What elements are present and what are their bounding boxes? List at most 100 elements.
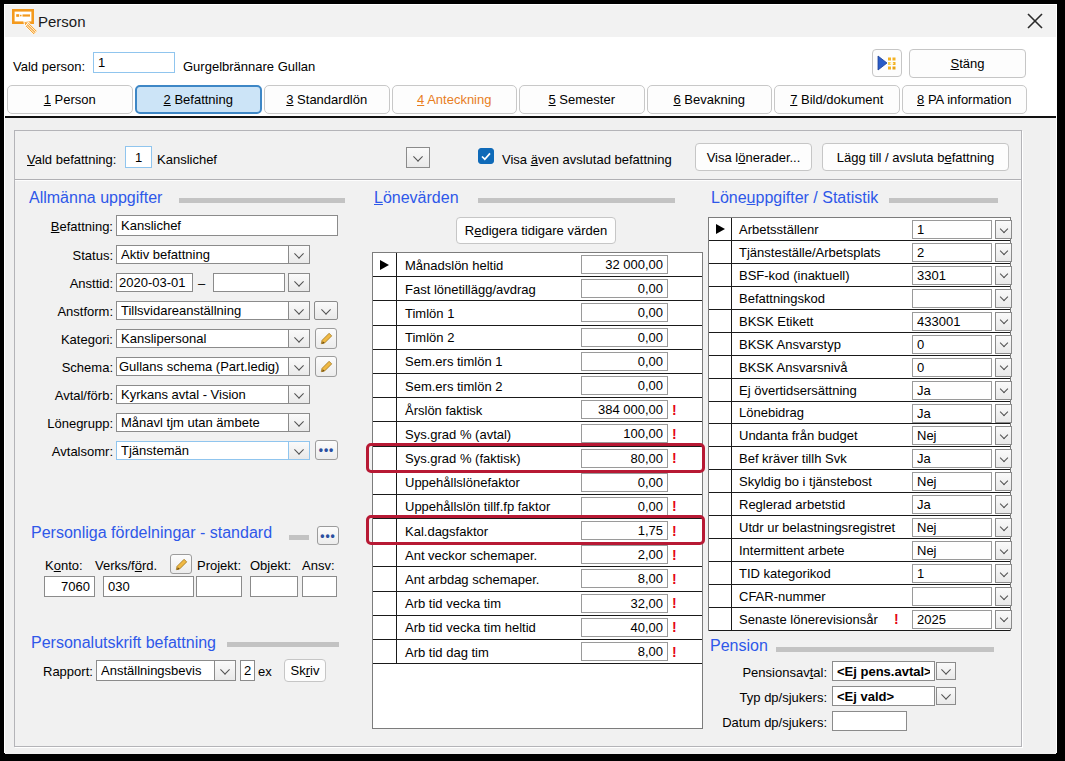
statistics-dropdown-button[interactable] (995, 289, 1012, 308)
close-window-button[interactable]: Stäng (909, 49, 1026, 78)
salary-value-input[interactable] (581, 328, 668, 347)
statistics-dropdown-button[interactable] (995, 449, 1012, 468)
print-button[interactable]: Skriv (284, 659, 326, 682)
schema-edit-button[interactable] (315, 356, 337, 377)
schema-input[interactable] (116, 357, 289, 376)
statistics-row[interactable]: Utdr ur belastningsregistret (709, 516, 1010, 539)
statistics-value-input[interactable] (912, 495, 992, 514)
statistics-dropdown-button[interactable] (995, 266, 1012, 285)
statistics-value-input[interactable] (912, 541, 992, 560)
statistics-row[interactable]: Reglerad arbetstid (709, 493, 1010, 516)
statistics-value-input[interactable] (912, 289, 992, 308)
anstform-input[interactable] (116, 301, 289, 320)
befattning-input[interactable] (116, 215, 338, 236)
salary-row[interactable]: Sem.ers timlön 1 (373, 350, 702, 374)
salary-row[interactable]: Uppehållslönefaktor (373, 471, 702, 495)
statistics-value-input[interactable] (912, 358, 992, 377)
statistics-row[interactable]: BKSK Etikett (709, 310, 1010, 333)
statistics-dropdown-button[interactable] (995, 358, 1012, 377)
tab-6-bevakning[interactable]: 6 Bevakning (647, 85, 773, 114)
salary-value-input[interactable] (581, 424, 668, 443)
statistics-value-input[interactable] (912, 220, 992, 239)
salary-row[interactable]: Kal.dagsfaktor ! (373, 519, 702, 543)
avtalsomr-dropdown-button[interactable] (288, 441, 310, 460)
statistics-row[interactable]: Tjänsteställe/Arbetsplats (709, 241, 1010, 264)
ansttid-dropdown-button[interactable] (288, 273, 310, 292)
salary-row[interactable]: Ant veckor schemaper. ! (373, 543, 702, 567)
salary-value-input[interactable] (581, 303, 668, 322)
distributions-more-button[interactable]: ••• (317, 526, 339, 545)
kategori-dropdown-button[interactable] (288, 329, 310, 348)
konto-input[interactable] (44, 576, 95, 597)
avtalsomr-more-button[interactable]: ••• (315, 440, 338, 460)
statistics-row[interactable]: TID kategorikod (709, 562, 1010, 585)
salary-value-input[interactable] (581, 618, 668, 637)
salary-row[interactable]: Månadslön heltid (373, 253, 702, 277)
statistics-value-input[interactable] (912, 266, 992, 285)
statistics-row[interactable]: Senaste lönerevisionsår ! (709, 608, 1010, 631)
statistics-dropdown-button[interactable] (995, 243, 1012, 262)
kategori-edit-button[interactable] (315, 328, 337, 349)
avtal-forb-input[interactable] (116, 385, 289, 404)
pensionsavtal-input[interactable] (832, 661, 935, 681)
salary-value-input[interactable] (581, 642, 668, 661)
salary-row[interactable]: Sem.ers timlön 2 (373, 374, 702, 398)
statistics-value-input[interactable] (912, 312, 992, 331)
statistics-dropdown-button[interactable] (995, 426, 1012, 445)
tab-8-pa-information[interactable]: 8 PA information (902, 85, 1028, 114)
statistics-value-input[interactable] (912, 564, 992, 583)
lonegrupp-dropdown-button[interactable] (288, 413, 310, 432)
statistics-value-input[interactable] (912, 518, 992, 537)
salary-row[interactable]: Ant arbdag schemaper. ! (373, 567, 702, 591)
statistics-value-input[interactable] (912, 587, 992, 606)
selected-position-dropdown-button[interactable] (406, 147, 430, 168)
statistics-dropdown-button[interactable] (995, 587, 1012, 606)
statistics-row[interactable]: Skyldig bo i tjänstebost (709, 470, 1010, 493)
show-salary-rows-button[interactable]: Visa lönerader... (695, 143, 812, 171)
typ-dp-sjukers-input[interactable] (832, 686, 935, 706)
salary-row[interactable]: Sys.grad % (faktisk) ! (373, 447, 702, 471)
status-input[interactable] (116, 245, 289, 264)
statistics-value-input[interactable] (912, 472, 992, 491)
tab-2-befattning[interactable]: 2 Befattning (135, 85, 263, 114)
tab-1-person[interactable]: 1 Person (7, 85, 133, 114)
pensionsavtal-dropdown-button[interactable] (936, 662, 956, 680)
salary-row[interactable]: Timlön 1 (373, 301, 702, 325)
statistics-row[interactable]: Bef kräver tillh Svk (709, 447, 1010, 470)
statistics-dropdown-button[interactable] (995, 472, 1012, 491)
tab-5-semester[interactable]: 5 Semester (519, 85, 645, 114)
show-ended-checkbox[interactable] (478, 148, 494, 164)
salary-value-input[interactable] (581, 521, 668, 540)
statistics-row[interactable]: Undanta från budget (709, 424, 1010, 447)
statistics-dropdown-button[interactable] (995, 518, 1012, 537)
datum-dp-sjukers-input[interactable] (832, 711, 907, 731)
statistics-value-input[interactable] (912, 426, 992, 445)
ansttid-to-input[interactable] (213, 273, 285, 292)
rapport-dropdown-button[interactable] (214, 660, 236, 681)
lonegrupp-input[interactable] (116, 413, 289, 432)
salary-row[interactable]: Fast lönetillägg/avdrag (373, 277, 702, 301)
statistics-row[interactable]: Arbetsställenr (709, 218, 1010, 241)
statistics-dropdown-button[interactable] (995, 610, 1012, 629)
statistics-value-input[interactable] (912, 610, 992, 629)
selected-person-input[interactable] (93, 52, 175, 73)
statistics-dropdown-button[interactable] (995, 220, 1012, 239)
schema-dropdown-button[interactable] (288, 357, 310, 376)
avtalsomr-input[interactable] (116, 441, 289, 460)
tab-3-standardl-n[interactable]: 3 Standardlön (264, 85, 390, 114)
salary-value-input[interactable] (581, 400, 668, 419)
ansttid-from-input[interactable] (116, 273, 193, 292)
salary-value-input[interactable] (581, 279, 668, 298)
salary-row[interactable]: Arb tid vecka tim ! (373, 592, 702, 616)
statistics-row[interactable]: Lönebidrag (709, 402, 1010, 425)
copies-input[interactable] (240, 660, 255, 681)
salary-row[interactable]: Arb tid vecka tim heltid ! (373, 616, 702, 640)
salary-value-input[interactable] (581, 352, 668, 371)
ansv-input[interactable] (302, 576, 337, 597)
anstform-extra-dropdown-button[interactable] (314, 301, 338, 320)
statistics-value-input[interactable] (912, 335, 992, 354)
salary-row[interactable]: Årslön faktisk ! (373, 398, 702, 422)
statistics-dropdown-button[interactable] (995, 495, 1012, 514)
salary-row[interactable]: Timlön 2 (373, 326, 702, 350)
show-ended-checkbox-label[interactable]: Visa även avslutad befattning (502, 152, 672, 167)
